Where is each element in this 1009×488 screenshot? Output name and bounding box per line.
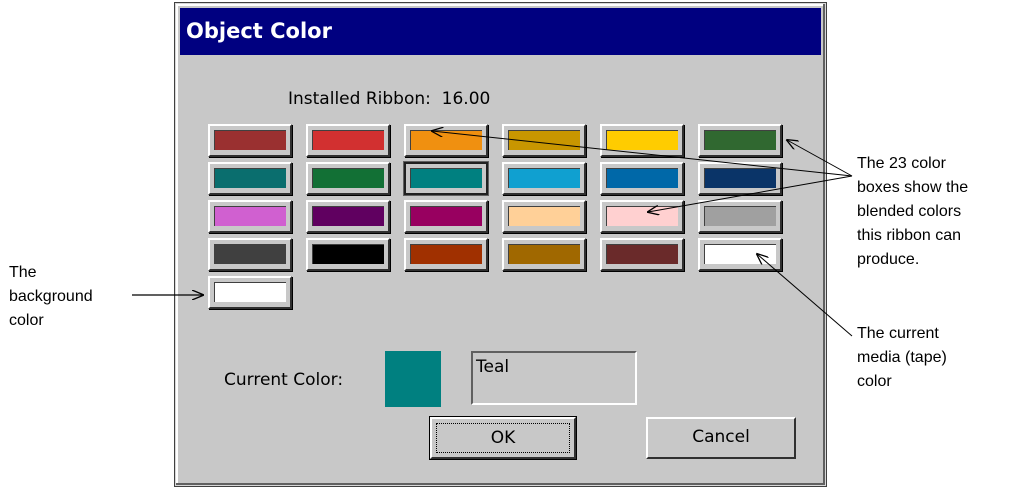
arrow-to-media-swatch: [757, 254, 853, 337]
arrow-to-pink-swatch: [648, 175, 853, 212]
arrow-to-green-swatch: [787, 140, 853, 177]
arrow-to-orange-swatch: [432, 131, 853, 177]
annotation-arrows: [132, 0, 853, 337]
